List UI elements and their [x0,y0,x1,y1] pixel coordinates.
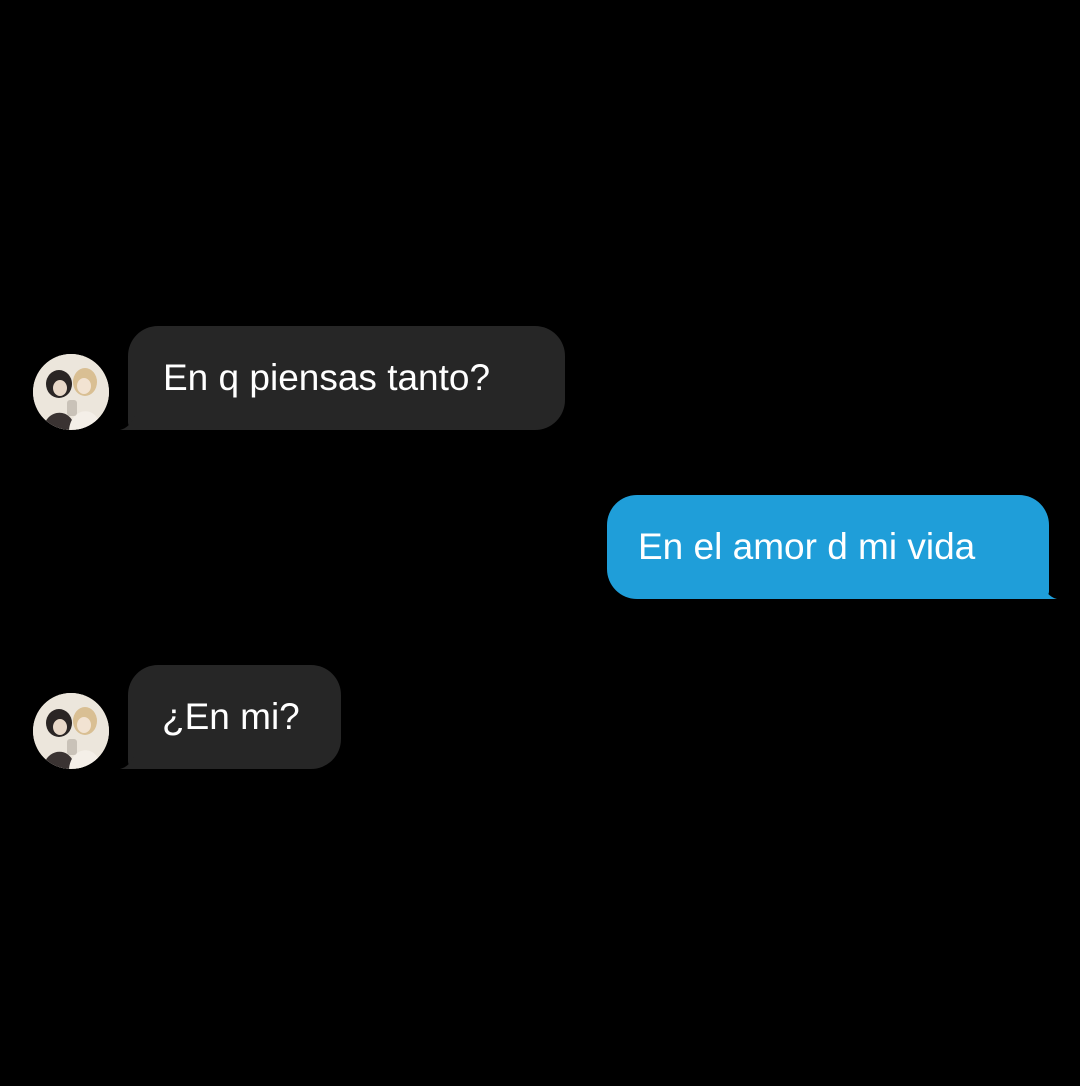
message-text: En el amor d mi vida [638,526,976,567]
incoming-message-bubble[interactable]: ¿En mi? [120,665,341,769]
bubble-tail [120,414,136,430]
contact-avatar[interactable] [33,354,109,430]
message-text: En q piensas tanto? [163,357,491,398]
bubble-tail [120,753,136,769]
bubble-tail [1041,583,1057,599]
avatar-photo-icon [33,693,109,769]
incoming-message-bubble[interactable]: En q piensas tanto? [120,326,565,430]
outgoing-message-bubble[interactable]: En el amor d mi vida [607,495,1057,599]
avatar-photo-icon [33,354,109,430]
message-text: ¿En mi? [162,696,300,737]
contact-avatar[interactable] [33,693,109,769]
